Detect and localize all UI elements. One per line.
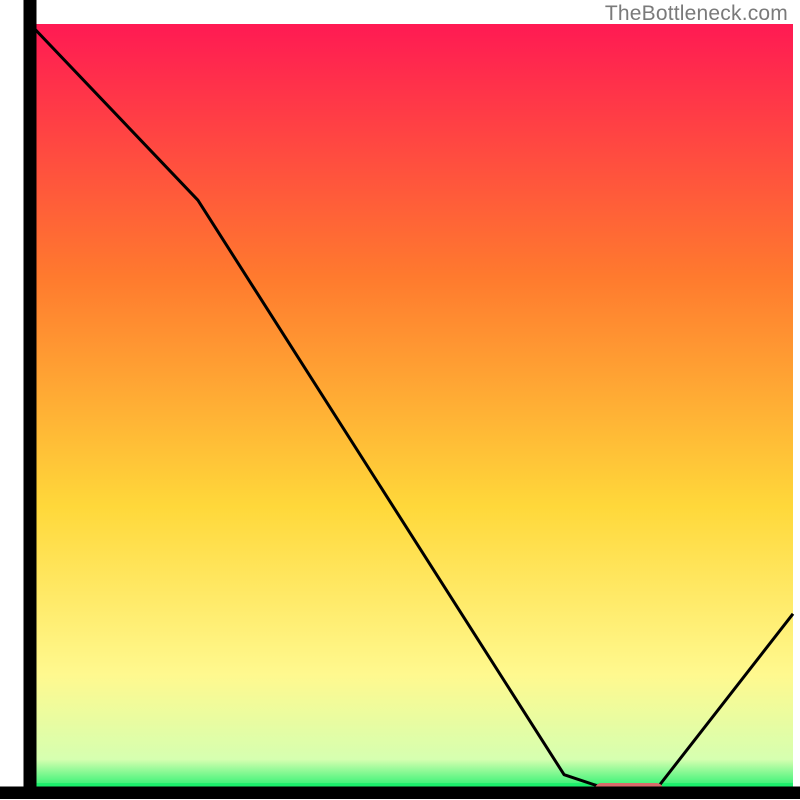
mask-right	[793, 0, 800, 800]
mask-left	[0, 0, 24, 800]
plot-area	[0, 0, 800, 800]
bottleneck-chart	[0, 0, 800, 800]
heat-gradient	[30, 24, 793, 790]
watermark-text: TheBottleneck.com	[605, 2, 788, 26]
